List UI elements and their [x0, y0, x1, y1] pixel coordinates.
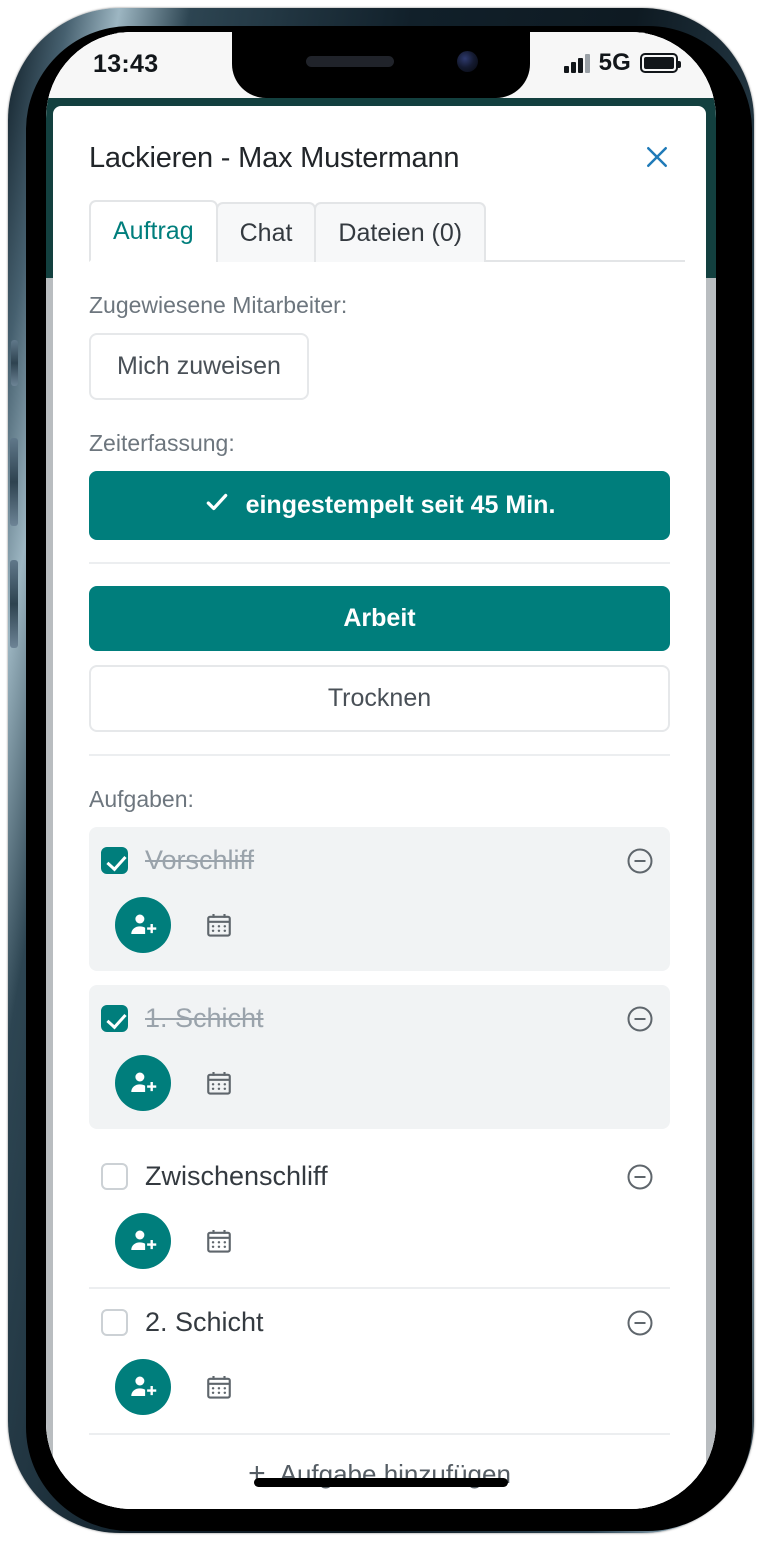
assigned-employees-label: Zugewiesene Mitarbeiter:: [89, 292, 670, 319]
task-row: 2. Schicht: [89, 1289, 670, 1435]
tasks-label: Aufgaben:: [89, 786, 670, 813]
front-camera-icon: [457, 51, 478, 72]
calendar-icon[interactable]: [201, 907, 237, 943]
tab-dateien-label: Dateien (0): [338, 219, 462, 247]
task-row-actions: [101, 1213, 658, 1269]
calendar-icon[interactable]: [201, 1223, 237, 1259]
earpiece-speaker: [306, 56, 394, 67]
task-row: Zwischenschliff: [89, 1143, 670, 1289]
tab-auftrag[interactable]: Auftrag: [89, 200, 218, 262]
task-row-header: 2. Schicht: [101, 1305, 658, 1341]
minus-circle-icon[interactable]: [622, 1159, 658, 1195]
add-task-button[interactable]: + Aufgabe hinzufügen: [89, 1435, 670, 1509]
status-indicators: 5G: [564, 49, 678, 77]
tab-auftrag-label: Auftrag: [113, 217, 194, 245]
task-row: Vorschliff: [89, 827, 670, 971]
mode-arbeit-button[interactable]: Arbeit: [89, 586, 670, 651]
modal-body: Zugewiesene Mitarbeiter: Mich zuweisen Z…: [53, 292, 706, 1509]
task-row-actions: [101, 1359, 658, 1415]
task-row-actions: [101, 897, 658, 953]
app-right-edge-strip: [706, 278, 716, 1509]
task-name: 1. Schicht: [145, 1003, 605, 1034]
calendar-icon[interactable]: [201, 1065, 237, 1101]
calendar-icon[interactable]: [201, 1369, 237, 1405]
modal-title: Lackieren - Max Mustermann: [89, 141, 670, 176]
task-row-actions: [101, 1055, 658, 1111]
task-row-header: Vorschliff: [101, 843, 658, 879]
task-detail-modal: Lackieren - Max Mustermann Auftrag Chat …: [53, 106, 706, 1509]
minus-circle-icon[interactable]: [622, 1001, 658, 1037]
divider-modes: [89, 562, 670, 564]
mode-button-group: Arbeit Trocknen: [89, 586, 670, 732]
status-time: 13:43: [93, 50, 158, 79]
task-checkbox[interactable]: [101, 1163, 128, 1190]
network-type-label: 5G: [599, 49, 631, 77]
mute-switch-button[interactable]: [11, 340, 18, 386]
check-icon: [204, 489, 230, 522]
app-left-edge-strip: [46, 278, 53, 1509]
tab-chat-label: Chat: [240, 219, 293, 247]
task-checkbox[interactable]: [101, 1005, 128, 1032]
task-name: Vorschliff: [145, 845, 605, 876]
notch: [232, 32, 530, 98]
task-checkbox[interactable]: [101, 847, 128, 874]
task-row: 1. Schicht: [89, 985, 670, 1129]
task-name: 2. Schicht: [145, 1307, 605, 1338]
tab-chat[interactable]: Chat: [216, 202, 317, 262]
task-row-header: 1. Schicht: [101, 1001, 658, 1037]
task-checkbox[interactable]: [101, 1309, 128, 1336]
person-add-icon[interactable]: [115, 1213, 171, 1269]
signal-bars-icon: [564, 53, 590, 73]
minus-circle-icon[interactable]: [622, 1305, 658, 1341]
clocked-in-status-button[interactable]: eingestempelt seit 45 Min.: [89, 471, 670, 540]
minus-circle-icon[interactable]: [622, 843, 658, 879]
volume-down-button[interactable]: [10, 560, 18, 648]
divider-tasks: [89, 754, 670, 756]
close-icon[interactable]: [636, 136, 678, 178]
mode-trocknen-button[interactable]: Trocknen: [89, 665, 670, 732]
volume-up-button[interactable]: [10, 438, 18, 526]
person-add-icon[interactable]: [115, 1055, 171, 1111]
time-tracking-label: Zeiterfassung:: [89, 430, 670, 457]
assign-me-button[interactable]: Mich zuweisen: [89, 333, 309, 400]
modal-header: Lackieren - Max Mustermann: [53, 106, 706, 176]
phone-screen: Lackieren - Max Mustermann Auftrag Chat …: [46, 32, 716, 1509]
screenshot-root: Lackieren - Max Mustermann Auftrag Chat …: [0, 0, 762, 1541]
home-indicator[interactable]: [254, 1478, 508, 1487]
battery-full-icon: [640, 53, 678, 73]
person-add-icon[interactable]: [115, 1359, 171, 1415]
tab-dateien[interactable]: Dateien (0): [314, 202, 486, 262]
task-row-header: Zwischenschliff: [101, 1159, 658, 1195]
clocked-in-status-label: eingestempelt seit 45 Min.: [246, 491, 556, 520]
modal-tabs: Auftrag Chat Dateien (0): [89, 200, 685, 262]
person-add-icon[interactable]: [115, 897, 171, 953]
task-name: Zwischenschliff: [145, 1161, 605, 1192]
